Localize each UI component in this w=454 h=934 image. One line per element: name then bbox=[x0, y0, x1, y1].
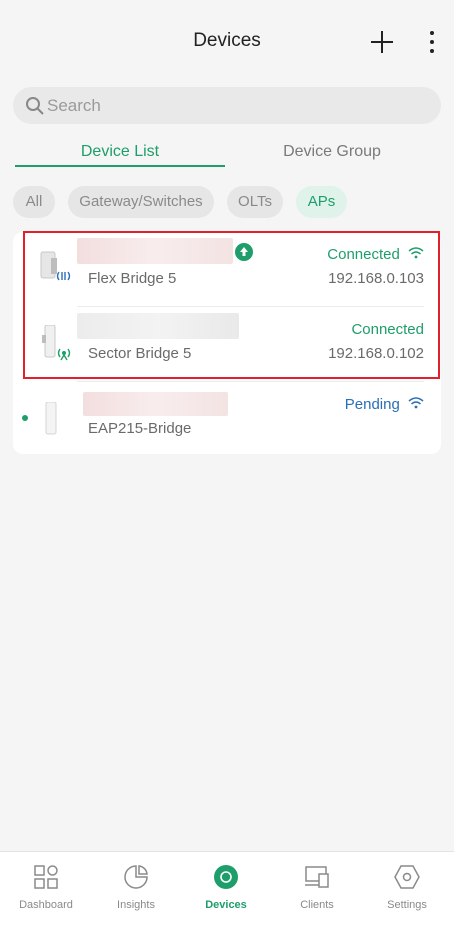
device-status: Pending bbox=[345, 396, 424, 413]
nav-item-dashboard[interactable]: Dashboard bbox=[1, 852, 91, 934]
filter-chip-all[interactable]: All bbox=[13, 186, 55, 218]
clients-icon bbox=[305, 866, 329, 888]
wifi-icon bbox=[408, 397, 424, 409]
nav-item-settings[interactable]: Settings bbox=[362, 852, 452, 934]
nav-item-insights[interactable]: Insights bbox=[91, 852, 181, 934]
add-icon[interactable] bbox=[368, 28, 396, 56]
pending-indicator-dot bbox=[22, 415, 28, 421]
filter-chip-aps[interactable]: APs bbox=[296, 186, 347, 218]
active-tab-indicator bbox=[15, 165, 225, 167]
search-input[interactable]: Search bbox=[13, 87, 441, 124]
search-placeholder: Search bbox=[47, 96, 101, 115]
device-model: EAP215-Bridge bbox=[88, 420, 192, 437]
nav-label: Insights bbox=[117, 899, 155, 911]
bottom-nav: Dashboard Insights Devices Clients Setti… bbox=[0, 851, 454, 934]
eap215-device-icon bbox=[45, 402, 57, 435]
more-options-icon[interactable] bbox=[422, 28, 442, 56]
tab-device-list[interactable]: Device List bbox=[15, 143, 225, 161]
settings-icon bbox=[394, 865, 420, 889]
nav-label: Settings bbox=[387, 899, 427, 911]
device-name-redacted bbox=[83, 392, 228, 416]
nav-label: Dashboard bbox=[19, 899, 73, 911]
dashboard-icon bbox=[34, 865, 58, 889]
nav-item-devices[interactable]: Devices bbox=[181, 852, 271, 934]
nav-label: Clients bbox=[300, 899, 334, 911]
filter-chip-olts[interactable]: OLTs bbox=[227, 186, 283, 218]
app-header: Devices bbox=[0, 0, 454, 82]
tab-device-group[interactable]: Device Group bbox=[227, 143, 437, 161]
devices-icon bbox=[214, 865, 238, 889]
filter-chips: All Gateway/Switches OLTs APs bbox=[0, 186, 454, 218]
device-row[interactable]: EAP215-Bridge Pending bbox=[13, 382, 441, 456]
insights-icon bbox=[124, 865, 148, 889]
device-status-text: Pending bbox=[344, 396, 400, 413]
nav-label: Devices bbox=[205, 899, 247, 911]
filter-chip-gateway-switches[interactable]: Gateway/Switches bbox=[68, 186, 214, 218]
search-icon bbox=[26, 97, 44, 115]
nav-item-clients[interactable]: Clients bbox=[272, 852, 362, 934]
highlight-box bbox=[23, 231, 440, 379]
tab-bar: Device List Device Group bbox=[0, 140, 454, 170]
